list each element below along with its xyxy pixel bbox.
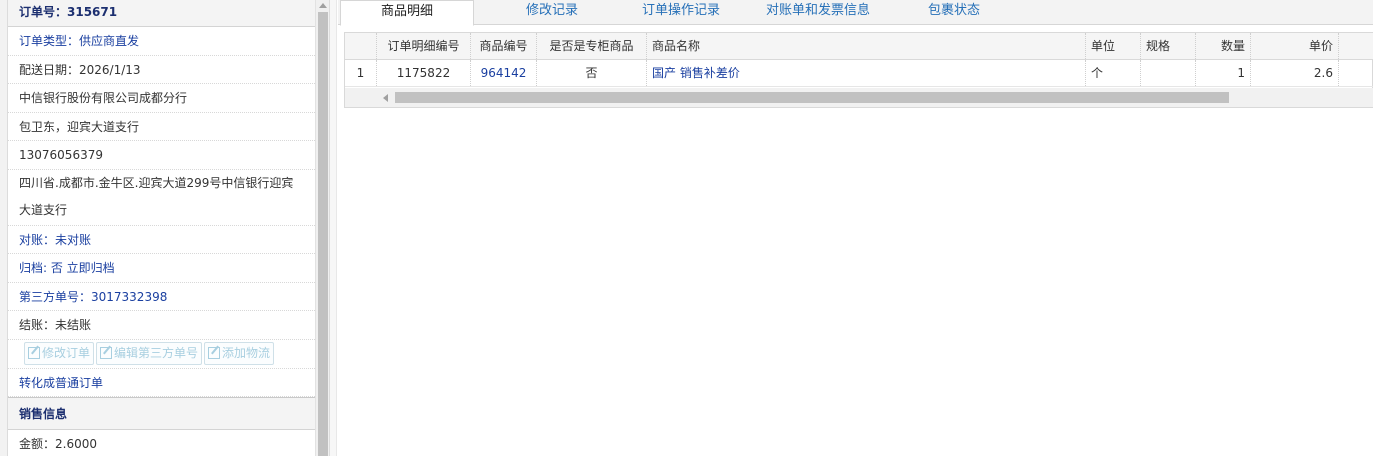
grid-horizontal-scrollbar[interactable] xyxy=(345,88,1373,107)
cell-product-name-link[interactable]: 国产 销售补差价 xyxy=(647,60,1086,86)
cell-quantity: 1 xyxy=(1196,60,1251,86)
cell-unit-price: 2.6 xyxy=(1251,60,1339,86)
delivery-address: 四川省.成都市.金牛区.迎宾大道299号中信银行迎宾大道支行 xyxy=(8,170,315,226)
scroll-left-arrow-icon[interactable] xyxy=(383,94,388,102)
reconcile-status: 对账：未对账 xyxy=(8,226,315,254)
add-logistics-button[interactable]: 添加物流 xyxy=(204,341,275,365)
sales-amount: 金额：2.6000 xyxy=(8,430,315,456)
row-number-header xyxy=(345,33,377,59)
tab-modify-records[interactable]: 修改记录 xyxy=(496,0,608,25)
grid-header: 订单明细编号 商品编号 是否是专柜商品 商品名称 单位 规格 数量 单价 xyxy=(345,33,1373,60)
cell-spec xyxy=(1141,60,1196,86)
cell-product-no-link[interactable]: 964142 xyxy=(471,60,537,86)
col-unit[interactable]: 单位 xyxy=(1086,33,1141,59)
tab-bar: 商品明细 修改记录 订单操作记录 对账单和发票信息 包裹状态 xyxy=(338,0,1373,26)
sales-info-section-title: 销售信息 xyxy=(8,397,315,430)
contact-phone: 13076056379 xyxy=(8,141,315,170)
tab-product-details[interactable]: 商品明细 xyxy=(340,0,474,26)
edit-icon xyxy=(100,346,113,359)
order-type: 订单类型：供应商直发 xyxy=(8,27,315,56)
tab-statement-invoice[interactable]: 对账单和发票信息 xyxy=(754,0,882,25)
tab-package-status[interactable]: 包裹状态 xyxy=(910,0,998,25)
edit-third-party-button[interactable]: 编辑第三方单号 xyxy=(96,341,203,365)
scroll-up-arrow-icon[interactable] xyxy=(319,3,327,8)
action-buttons: 修改订单 编辑第三方单号 添加物流 xyxy=(8,340,315,369)
cell-detail-no: 1175822 xyxy=(377,60,471,86)
edit-icon xyxy=(208,346,221,359)
edit-icon xyxy=(28,346,40,359)
panel-splitter[interactable] xyxy=(329,0,337,456)
edit-order-button[interactable]: 修改订单 xyxy=(24,341,95,365)
archive-status[interactable]: 归档: 否 立即归档 xyxy=(8,254,315,283)
contact-person: 包卫东，迎宾大道支行 xyxy=(8,113,315,141)
cell-is-counter: 否 xyxy=(537,60,647,86)
col-quantity[interactable]: 数量 xyxy=(1196,33,1251,59)
col-detail-no[interactable]: 订单明细编号 xyxy=(377,33,471,59)
main-panel: 商品明细 修改记录 订单操作记录 对账单和发票信息 包裹状态 订单明细编号 商品… xyxy=(338,0,1373,456)
col-product-name[interactable]: 商品名称 xyxy=(647,33,1086,59)
company-name: 中信银行股份有限公司成都分行 xyxy=(8,84,315,113)
col-unit-price[interactable]: 单价 xyxy=(1251,33,1339,59)
cell-unit: 个 xyxy=(1086,60,1141,86)
convert-to-normal-order-link[interactable]: 转化成普通订单 xyxy=(8,369,315,397)
third-party-number: 第三方单号：3017332398 xyxy=(8,283,315,311)
sidebar-scrollbar[interactable] xyxy=(315,0,329,456)
delivery-date: 配送日期：2026/1/13 xyxy=(8,56,315,84)
col-is-counter[interactable]: 是否是专柜商品 xyxy=(537,33,647,59)
product-detail-grid: 订单明细编号 商品编号 是否是专柜商品 商品名称 单位 规格 数量 单价 1 1… xyxy=(344,32,1373,108)
tab-order-operation-records[interactable]: 订单操作记录 xyxy=(623,0,739,25)
left-edge-strip xyxy=(0,0,8,456)
order-info-sidebar: 订单号：315671 订单类型：供应商直发 配送日期：2026/1/13 中信银… xyxy=(8,0,315,456)
col-product-no[interactable]: 商品编号 xyxy=(471,33,537,59)
grid-scroll-thumb[interactable] xyxy=(395,92,1229,103)
settlement-status: 结账：未结账 xyxy=(8,311,315,340)
col-spec[interactable]: 规格 xyxy=(1141,33,1196,59)
row-number: 1 xyxy=(345,60,377,86)
order-number: 订单号：315671 xyxy=(8,0,315,27)
table-row[interactable]: 1 1175822 964142 否 国产 销售补差价 个 1 2.6 xyxy=(345,60,1373,87)
sidebar-scroll-thumb[interactable] xyxy=(318,12,328,456)
